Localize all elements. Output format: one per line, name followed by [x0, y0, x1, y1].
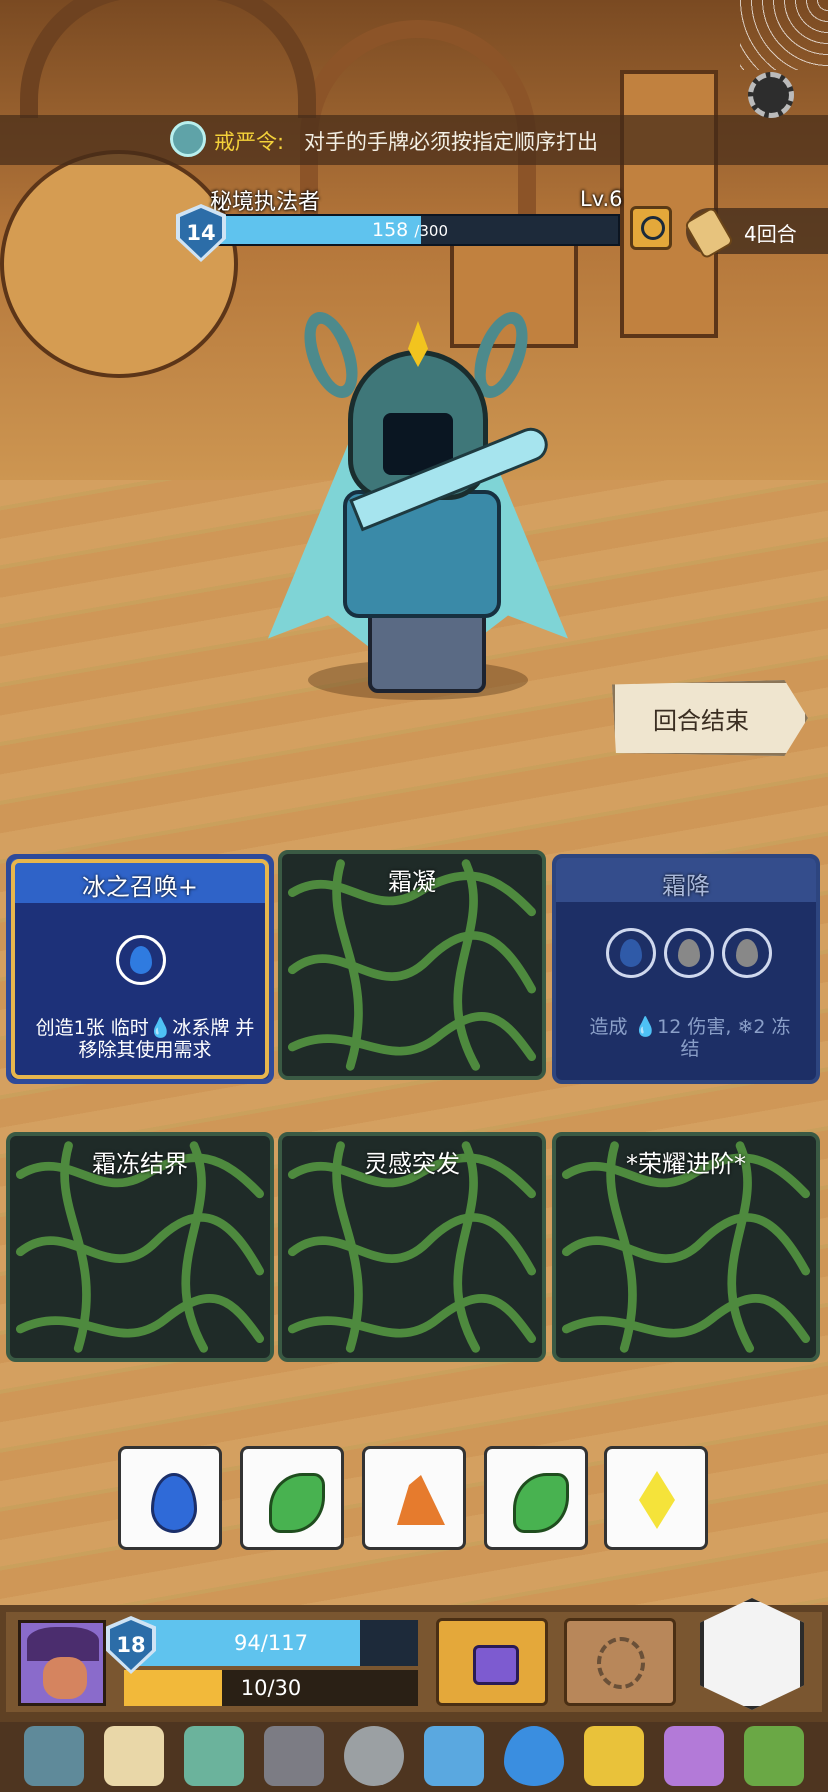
stone-arch-left — [20, 0, 316, 118]
game-scene: 戒严令: 对手的手牌必须按指定顺序打出 秘境执法者 Lv.6 158 /300 … — [0, 0, 828, 1792]
player-avatar[interactable] — [18, 1620, 106, 1706]
leaf-icon — [269, 1473, 325, 1533]
round-count-text: 4回合 — [744, 222, 797, 246]
player-hp-text: 94/117 — [234, 1631, 308, 1655]
cheese-icon[interactable] — [744, 1726, 804, 1786]
inspect-button[interactable] — [630, 206, 672, 250]
diamond-icon — [639, 1471, 675, 1529]
card-desc-line2: 移除其使用需求 — [78, 1039, 212, 1061]
enemy-hp-bar: 158 /300 — [200, 214, 620, 246]
card-glory-advance[interactable]: *荣耀进阶* — [552, 1132, 820, 1362]
rule-title: 戒严令: — [214, 130, 285, 154]
die-leaf[interactable] — [240, 1446, 344, 1550]
magnifier-icon — [641, 216, 665, 240]
enemy-knight[interactable] — [228, 300, 608, 710]
enemy-hp-max: /300 — [414, 222, 448, 240]
enemy-hp-text: 158 /300 — [202, 216, 618, 245]
water-drop-icon — [130, 946, 152, 974]
grey-drop-icon — [678, 939, 700, 967]
enemy-level: Lv.6 — [580, 187, 623, 211]
enemy-name: 秘境执法者 — [210, 190, 321, 215]
player-hp-bar: 94/117 — [124, 1620, 418, 1666]
swirl-ability-button[interactable] — [564, 1618, 676, 1706]
grey-drop-icon — [736, 939, 758, 967]
rule-text: 对手的手牌必须按指定顺序打出 — [304, 130, 598, 154]
stone-wheel — [0, 150, 238, 378]
potion-icon[interactable] — [424, 1726, 484, 1786]
end-turn-button[interactable]: 回合结束 — [612, 680, 808, 756]
card-title: 霜凝 — [388, 868, 436, 896]
card-frost-barrier[interactable]: 霜冻结界 — [6, 1132, 274, 1362]
card-desc-line1: 造成 💧12 伤害, ❄2 冻 — [589, 1016, 791, 1038]
card-title: *荣耀进阶* — [626, 1150, 746, 1178]
avatar-hat — [27, 1627, 99, 1661]
lock-ability-button[interactable] — [436, 1618, 548, 1706]
die-earth[interactable] — [362, 1446, 466, 1550]
card-title: 霜降 — [662, 872, 710, 900]
rule-seal-icon — [170, 121, 206, 157]
spider-web — [740, 0, 828, 70]
gauntlet-icon[interactable] — [264, 1726, 324, 1786]
rock-icon — [397, 1475, 445, 1525]
lock-icon — [473, 1645, 519, 1685]
coin-icon[interactable] — [344, 1726, 404, 1786]
feather-icon[interactable] — [24, 1726, 84, 1786]
card-title: 冰之召唤+ — [81, 873, 199, 901]
amulet-icon[interactable] — [584, 1726, 644, 1786]
settings-gear-icon[interactable] — [748, 72, 794, 118]
card-title: 灵感突发 — [364, 1150, 460, 1178]
swirl-icon — [597, 1637, 645, 1689]
die-water[interactable] — [118, 1446, 222, 1550]
helmet-crest — [408, 321, 428, 367]
card-frost-fall[interactable]: 霜降 造成 💧12 伤害, ❄2 冻 结 — [552, 854, 820, 1084]
boot-icon[interactable] — [664, 1726, 724, 1786]
water-drop-icon — [151, 1473, 197, 1533]
avatar-face — [43, 1657, 87, 1699]
card-desc-line2: 结 — [680, 1038, 700, 1060]
card-desc-line1: 创造1张 临时💧冰系牌 并 — [35, 1017, 255, 1039]
die-leaf[interactable] — [484, 1446, 588, 1550]
die-light[interactable] — [604, 1446, 708, 1550]
enemy-hp-current: 158 — [372, 219, 409, 241]
stone-pillar — [620, 70, 718, 338]
scroll-icon[interactable] — [104, 1726, 164, 1786]
water-drop-icon — [620, 939, 642, 967]
card-frost-gather[interactable]: 霜凝 — [278, 850, 546, 1080]
teapot-icon[interactable] — [184, 1726, 244, 1786]
leaf-icon — [513, 1473, 569, 1533]
player-xp-text: 10/30 — [240, 1676, 302, 1700]
player-xp-bar: 10/30 — [124, 1670, 418, 1706]
card-inspiration[interactable]: 灵感突发 — [278, 1132, 546, 1362]
card-title: 霜冻结界 — [92, 1150, 188, 1178]
card-ice-summon[interactable]: 冰之召唤+ 创造1张 临时💧冰系牌 并 移除其使用需求 — [6, 854, 274, 1084]
